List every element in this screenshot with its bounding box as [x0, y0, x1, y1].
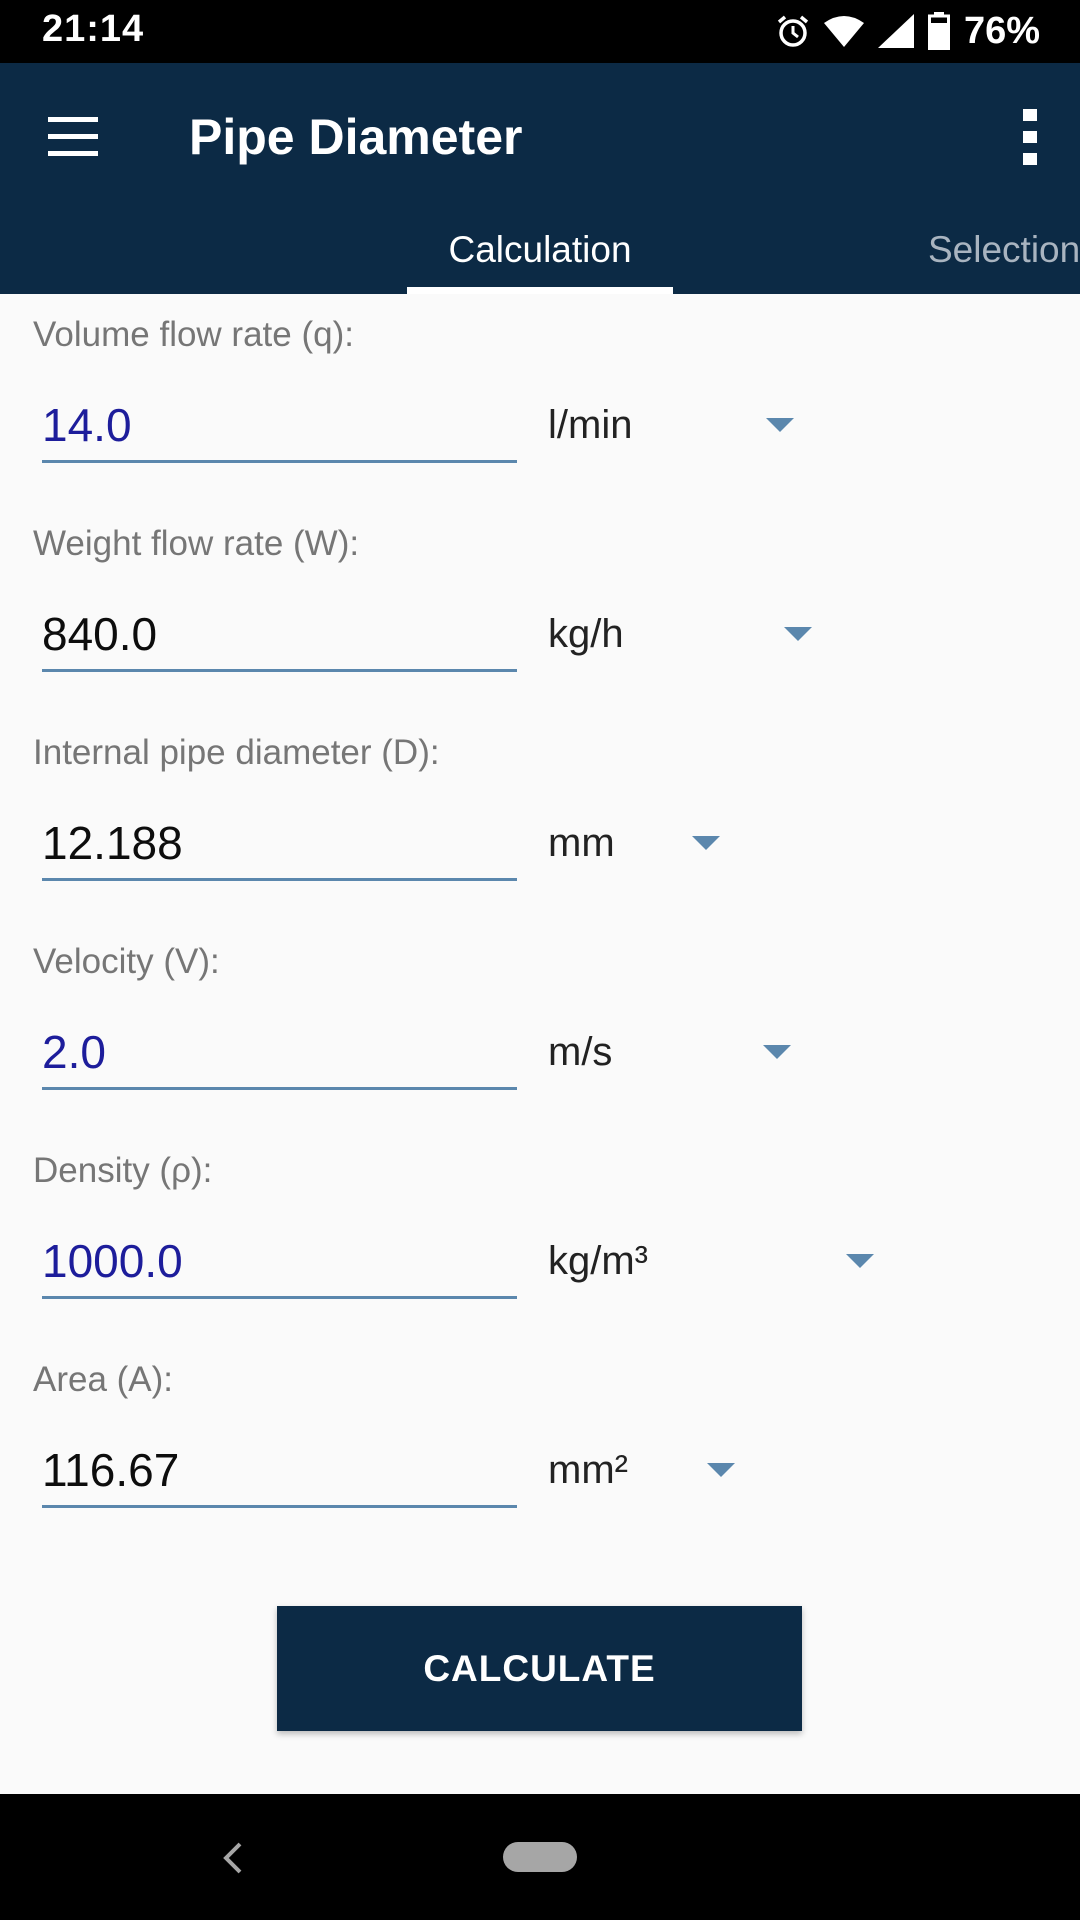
tab-selection[interactable]: Selection — [928, 229, 1080, 271]
weight-flow-rate-input[interactable]: 840.0 — [42, 599, 517, 672]
more-vert-icon[interactable] — [1010, 107, 1050, 167]
internal-pipe-diameter-input[interactable]: 12.188 — [42, 808, 517, 881]
density-unit: kg/m³ — [548, 1238, 648, 1283]
weight-flow-rate-label: Weight flow rate (W): — [33, 524, 360, 563]
area-input[interactable]: 116.67 — [42, 1435, 517, 1508]
status-bar: 21:14 76% — [0, 0, 1080, 63]
weight-flow-rate-unit: kg/h — [548, 611, 624, 656]
volume-flow-rate-unit: l/min — [548, 402, 633, 447]
velocity-unit: m/s — [548, 1029, 613, 1074]
tab-indicator — [407, 287, 673, 294]
dropdown-arrow-icon[interactable] — [846, 1254, 874, 1268]
signal-icon — [877, 14, 914, 48]
hamburger-menu-icon[interactable] — [48, 115, 98, 159]
dropdown-arrow-icon[interactable] — [766, 418, 794, 432]
battery-icon — [927, 12, 950, 50]
dropdown-arrow-icon[interactable] — [763, 1045, 791, 1059]
density-label: Density (ρ): — [33, 1151, 213, 1190]
dropdown-arrow-icon[interactable] — [692, 836, 720, 850]
internal-pipe-diameter-label: Internal pipe diameter (D): — [33, 733, 440, 772]
app-bar: Pipe Diameter — [0, 63, 1080, 211]
internal-pipe-diameter-unit-dropdown[interactable]: mm — [548, 808, 615, 878]
page-title: Pipe Diameter — [189, 109, 523, 165]
status-icons: 76% — [776, 8, 1040, 54]
screen: 21:14 76% Pipe Diameter Calculation Sele… — [0, 0, 1080, 1920]
back-icon[interactable] — [218, 1838, 248, 1878]
dropdown-arrow-icon[interactable] — [707, 1463, 735, 1477]
volume-flow-rate-input[interactable]: 14.0 — [42, 390, 517, 463]
dropdown-arrow-icon[interactable] — [784, 627, 812, 641]
tab-calculation[interactable]: Calculation — [407, 229, 673, 271]
density-input[interactable]: 1000.0 — [42, 1226, 517, 1299]
velocity-label: Velocity (V): — [33, 942, 220, 981]
home-pill-icon[interactable] — [503, 1842, 577, 1872]
area-unit-dropdown[interactable]: mm² — [548, 1435, 628, 1505]
navigation-bar — [0, 1794, 1080, 1920]
status-time: 21:14 — [42, 8, 145, 50]
velocity-input[interactable]: 2.0 — [42, 1017, 517, 1090]
internal-pipe-diameter-unit: mm — [548, 820, 615, 865]
wifi-icon — [823, 16, 864, 47]
area-unit: mm² — [548, 1447, 628, 1492]
calculate-button[interactable]: CALCULATE — [277, 1606, 802, 1731]
battery-percent: 76% — [963, 9, 1040, 52]
tab-bar: Calculation Selection — [0, 211, 1080, 294]
weight-flow-rate-unit-dropdown[interactable]: kg/h — [548, 599, 624, 669]
volume-flow-rate-unit-dropdown[interactable]: l/min — [548, 390, 632, 460]
volume-flow-rate-label: Volume flow rate (q): — [33, 315, 354, 354]
alarm-icon — [777, 15, 809, 47]
density-unit-dropdown[interactable]: kg/m³ — [548, 1226, 648, 1296]
area-label: Area (A): — [33, 1360, 174, 1399]
velocity-unit-dropdown[interactable]: m/s — [548, 1017, 612, 1087]
